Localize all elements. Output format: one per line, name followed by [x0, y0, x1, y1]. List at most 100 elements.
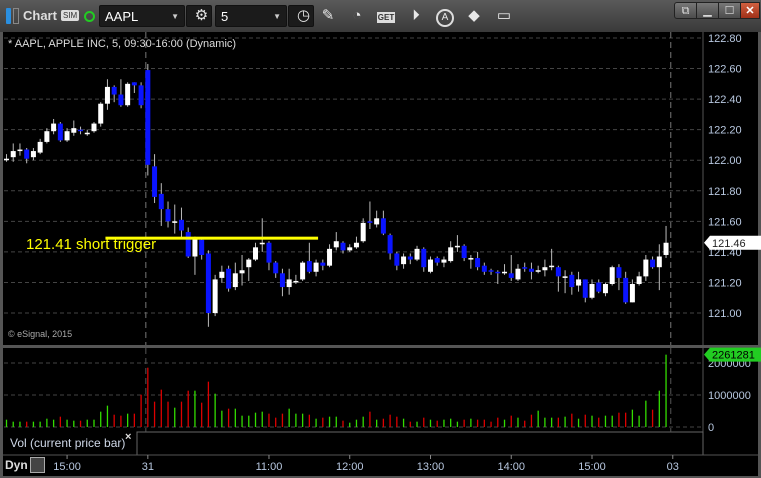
candle-body — [259, 242, 265, 245]
candle — [596, 279, 602, 294]
price-tick-label: 122.00 — [708, 155, 742, 167]
toolbar: Chart SIM AAPL ▼ ⚙ 5 ▼ ◷ ✎ ◔ GET ⏵ A ◆ ▭ ⧉… — [0, 0, 761, 32]
time-tick-label: 31 — [142, 461, 154, 473]
a-icon[interactable]: A — [435, 6, 455, 27]
candle-body — [360, 222, 366, 242]
candle — [508, 254, 514, 281]
candle-body — [57, 123, 63, 141]
candle-body — [192, 238, 198, 257]
minimize-button[interactable]: ▁ — [696, 2, 719, 19]
candle — [226, 265, 232, 292]
candle — [535, 265, 541, 274]
candle-body — [636, 276, 642, 285]
time-tick-label: 12:00 — [336, 461, 364, 473]
candle-body — [475, 258, 481, 268]
candle — [266, 241, 272, 271]
restore-button[interactable]: ⧉ — [674, 2, 697, 19]
candle-body — [17, 149, 23, 152]
candle-body — [427, 259, 433, 272]
candle — [104, 79, 110, 110]
pencil-icon[interactable]: ✎ — [318, 6, 338, 26]
candle — [609, 265, 615, 286]
candle-body — [286, 279, 292, 288]
candle-body — [37, 141, 43, 153]
candle — [51, 118, 57, 135]
candle — [327, 244, 333, 268]
lock-icon[interactable] — [30, 457, 45, 473]
candle — [421, 247, 427, 272]
candle — [219, 265, 225, 283]
maximize-button[interactable]: ☐ — [718, 2, 741, 19]
candle-body — [596, 282, 602, 292]
candle — [616, 264, 622, 291]
candle — [306, 242, 312, 274]
candle-body — [656, 256, 662, 268]
close-button[interactable]: ✕ — [740, 2, 760, 19]
candle-body — [64, 131, 70, 141]
candle-body — [576, 279, 582, 286]
candle-body — [165, 209, 171, 222]
close-study-button[interactable]: × — [125, 431, 131, 443]
get-icon[interactable]: GET — [376, 6, 396, 26]
candlestick-chart[interactable]: 122.80 122.60 122.40 122.20 122.00 121.80 121.… — [0, 32, 761, 478]
candle-body — [239, 270, 245, 274]
candle-body — [104, 86, 110, 104]
candle — [239, 254, 245, 286]
candle-body — [145, 70, 151, 165]
candle-body — [300, 262, 306, 280]
candle — [475, 251, 481, 271]
candle-body — [172, 221, 178, 223]
candle-body — [347, 247, 353, 251]
candle — [569, 271, 575, 295]
price-tick-label: 122.40 — [708, 94, 742, 106]
candle-body — [178, 219, 184, 231]
candle-body — [219, 271, 225, 278]
candle-body — [131, 82, 137, 86]
candle — [461, 244, 467, 262]
candle-body — [528, 268, 534, 272]
candle — [636, 271, 642, 286]
candle — [582, 279, 588, 303]
symbol-input[interactable]: AAPL ▼ — [99, 5, 185, 27]
candle — [172, 204, 178, 234]
candle — [178, 207, 184, 239]
volume-tick-label: 1000000 — [708, 390, 751, 402]
candle — [313, 259, 319, 277]
candle — [37, 138, 43, 155]
gear-icon[interactable]: ⚙ — [186, 5, 212, 27]
candle — [427, 256, 433, 274]
chart-window: Chart SIM AAPL ▼ ⚙ 5 ▼ ◷ ✎ ◔ GET ⏵ A ◆ ▭ ⧉… — [0, 0, 761, 478]
copyright-text: © eSignal, 2015 — [8, 329, 73, 339]
candle — [515, 264, 521, 281]
candle — [407, 253, 413, 265]
candle-body — [279, 273, 285, 288]
candle-body — [158, 193, 164, 210]
candle-body — [246, 259, 252, 268]
play-icon[interactable]: ⏵ — [406, 6, 426, 26]
link-indicator-icon[interactable] — [13, 8, 19, 24]
candle-body — [327, 248, 333, 266]
interval-input[interactable]: 5 ▼ — [215, 5, 287, 27]
speedometer-icon[interactable]: ◔ — [347, 6, 367, 26]
candle — [71, 120, 77, 136]
price-tick-label: 121.80 — [708, 186, 742, 198]
candle — [320, 259, 326, 271]
clock-icon[interactable]: ◷ — [288, 5, 314, 27]
tag-icon[interactable]: ◆ — [464, 6, 484, 26]
candle — [441, 256, 447, 268]
candle-body — [273, 262, 279, 274]
candle-body — [98, 103, 104, 124]
candle-body — [185, 232, 191, 257]
candle-body — [589, 284, 595, 298]
candle-body — [111, 86, 117, 95]
candle — [374, 210, 380, 228]
price-tick-label: 122.60 — [708, 64, 742, 76]
candle — [165, 201, 171, 228]
candle-body — [24, 149, 30, 159]
comment-icon[interactable]: ▭ — [494, 6, 514, 26]
candle-body — [401, 256, 407, 265]
link-indicator-icon[interactable] — [6, 8, 11, 24]
candle-body — [481, 265, 487, 272]
candle-body — [306, 261, 312, 272]
candle-body — [441, 259, 447, 263]
